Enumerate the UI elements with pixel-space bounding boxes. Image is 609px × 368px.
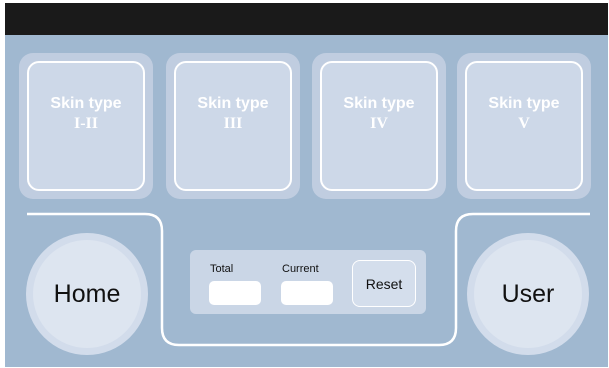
device-screen: Skin type I-II Skin type III Skin type I… [5,3,608,367]
skin-type-number: I-II [73,115,98,132]
reset-button[interactable]: Reset [352,260,416,307]
skin-type-4-button[interactable]: Skin type IV [312,53,446,199]
total-label: Total [210,263,234,275]
current-label: Current [282,263,319,275]
skin-type-frame: Skin type V [465,61,583,191]
skin-type-number: IV [370,115,388,132]
skin-type-number: III [223,115,243,132]
home-button-label: Home [33,240,141,348]
skin-type-1-2-button[interactable]: Skin type I-II [19,53,153,199]
current-counter-field [281,281,333,305]
user-button-label: User [474,240,582,348]
skin-type-label: Skin type [50,95,122,112]
skin-type-frame: Skin type IV [320,61,438,191]
total-counter-field [209,281,261,305]
skin-type-label: Skin type [343,95,415,112]
skin-type-label: Skin type [488,95,560,112]
skin-type-frame: Skin type III [174,61,292,191]
user-button[interactable]: User [467,233,589,355]
skin-type-5-button[interactable]: Skin type V [457,53,591,199]
home-button[interactable]: Home [26,233,148,355]
skin-type-3-button[interactable]: Skin type III [166,53,300,199]
counter-panel: Total Current Reset [190,250,426,314]
skin-type-frame: Skin type I-II [27,61,145,191]
skin-type-label: Skin type [197,95,269,112]
skin-type-number: V [518,115,530,132]
